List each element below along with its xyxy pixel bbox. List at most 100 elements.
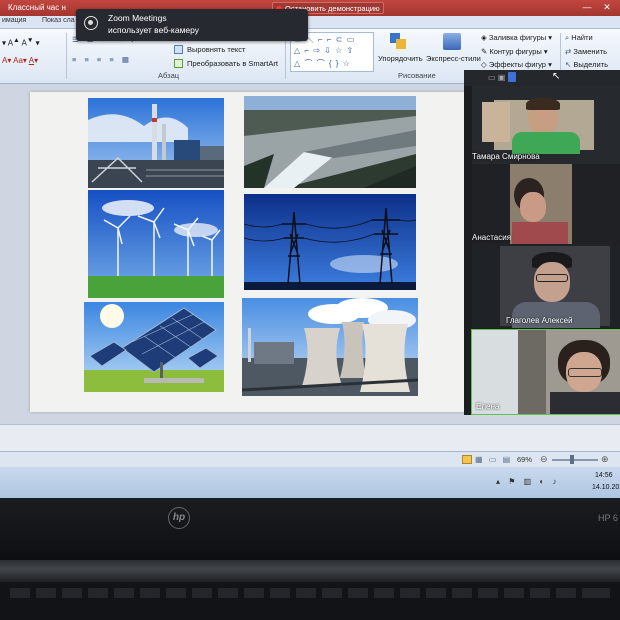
key (556, 588, 576, 598)
shape-effects-label: Эффекты фигур (488, 60, 546, 69)
slide[interactable] (30, 92, 470, 412)
group-label-paragraph: Абзац (158, 71, 180, 80)
clock-time[interactable]: 14:56 (595, 472, 613, 479)
group-label-drawing: Рисование (398, 71, 436, 80)
participant-name: Анастасия (472, 233, 512, 242)
key (62, 588, 82, 598)
arrange-button[interactable]: Упорядочить (378, 54, 423, 63)
tray-icons[interactable]: ▴ ⚑ ▥ ◐ ♪ (496, 477, 559, 486)
shirt (512, 222, 568, 244)
glasses (536, 274, 568, 282)
participant-tile[interactable]: Тамара Смирнова (472, 86, 620, 164)
photo-thermal-power-plant (88, 98, 224, 188)
shapes-row-2: △ ⌐ ⇨ ⇩ ☆ ⇧ (294, 46, 355, 55)
shapes-row-3: △ ⌒ ⌒ { } ☆ (294, 59, 351, 68)
view-toggle-icon[interactable]: ▭ ▣ (488, 73, 505, 82)
align-buttons[interactable]: ≡ ≡ ≡ ≡ ▦ (72, 55, 132, 64)
key (504, 588, 524, 598)
key (426, 588, 446, 598)
clock-date[interactable]: 14.10.20 (592, 484, 619, 491)
quick-styles-button[interactable]: Экспресс-стили (426, 54, 481, 63)
key (140, 588, 160, 598)
zoom-notification: Zoom Meetings использует веб-камеру (76, 9, 308, 41)
hp-logo: hp (168, 507, 190, 529)
photo-hydro-dam (244, 96, 416, 188)
key (192, 588, 212, 598)
shirt (512, 132, 580, 154)
align-text-icon (174, 45, 183, 54)
align-text-button[interactable]: Выровнять текст (187, 45, 245, 54)
key (270, 588, 290, 598)
hair (526, 98, 560, 110)
notification-title: Zoom Meetings (108, 13, 167, 23)
participant-name: Тамара Смирнова (472, 152, 540, 161)
participant-tile[interactable]: Глаголев Алексей (472, 244, 620, 328)
divider (66, 33, 67, 79)
zoom-in-button[interactable]: ⊕ (601, 454, 609, 465)
smartart-button[interactable]: Преобразовать в SmartArt (187, 59, 278, 68)
font-color-button[interactable]: A▾ Aa▾ A▾ (2, 56, 38, 65)
face (534, 262, 570, 302)
zoom-out-button[interactable]: ⊖ (540, 454, 548, 465)
find-button[interactable]: ⌕ Найти (565, 33, 593, 43)
key (530, 588, 550, 598)
tab-animation[interactable]: имация (2, 17, 26, 24)
screen: Классный час н — ✕ Остановить демонстрац… (0, 0, 620, 498)
zoom-slider-thumb[interactable] (570, 455, 574, 464)
replace-button[interactable]: ⇄ Заменить (565, 47, 607, 56)
photo-solar-panels (84, 302, 224, 392)
photo-power-lines (244, 194, 416, 290)
shape-effects-button[interactable]: ◇ Эффекты фигур ▾ (481, 60, 552, 69)
key (374, 588, 394, 598)
key (452, 588, 472, 598)
key (36, 588, 56, 598)
notification-message: использует веб-камеру (108, 25, 200, 35)
normal-view-icon[interactable] (462, 455, 472, 464)
key (296, 588, 316, 598)
window-title: Классный час н (8, 3, 66, 12)
key (322, 588, 342, 598)
shape-outline-button[interactable]: ✎ Контур фигуры ▾ (481, 47, 548, 56)
notes-pane[interactable] (0, 424, 620, 451)
photo-cooling-towers (242, 298, 418, 396)
webcam-icon (84, 16, 98, 30)
laptop-bezel (0, 498, 620, 560)
laptop-model: HP 6 (598, 513, 618, 523)
key (10, 588, 30, 598)
key (114, 588, 134, 598)
tab-slideshow[interactable]: Показ сла (42, 17, 75, 24)
zoom-panel-header: ▭ ▣ ↖ (464, 70, 620, 86)
participant-tile-active[interactable]: Елена (471, 329, 620, 415)
face (520, 192, 546, 222)
find-label: Найти (571, 33, 593, 42)
key (478, 588, 498, 598)
glasses (568, 368, 602, 377)
participant-icon[interactable] (508, 72, 516, 82)
cursor-icon: ↖ (552, 71, 561, 82)
key (88, 588, 108, 598)
select-button[interactable]: ↖ Выделить (565, 60, 608, 69)
quick-styles-icon (443, 33, 461, 50)
select-label: Выделить (573, 60, 608, 69)
participant-name: Глаголев Алексей (506, 316, 573, 325)
replace-label: Заменить (573, 47, 608, 56)
key (166, 588, 186, 598)
zoom-slider[interactable] (552, 459, 598, 461)
participant-tile[interactable]: Анастасия (472, 164, 620, 244)
shape-fill-label: Заливка фигуры (488, 33, 547, 42)
video-background (482, 102, 510, 142)
smartart-icon (174, 59, 183, 68)
key (400, 588, 420, 598)
key (348, 588, 368, 598)
shirt (550, 392, 620, 414)
key (218, 588, 238, 598)
close-button[interactable]: ✕ (600, 2, 614, 13)
shape-fill-button[interactable]: ◈ Заливка фигуры ▾ (481, 33, 552, 42)
view-buttons[interactable]: ▦ ▭ ▤ (475, 455, 512, 464)
minimize-button[interactable]: — (580, 2, 594, 13)
laptop-hinge (0, 560, 620, 582)
font-size-box[interactable]: ▾ A▲ A▼ ▾ (2, 37, 40, 48)
participant-name: Елена (476, 402, 500, 411)
zoom-level[interactable]: 69% (517, 455, 532, 464)
arrange-icon (390, 33, 408, 51)
